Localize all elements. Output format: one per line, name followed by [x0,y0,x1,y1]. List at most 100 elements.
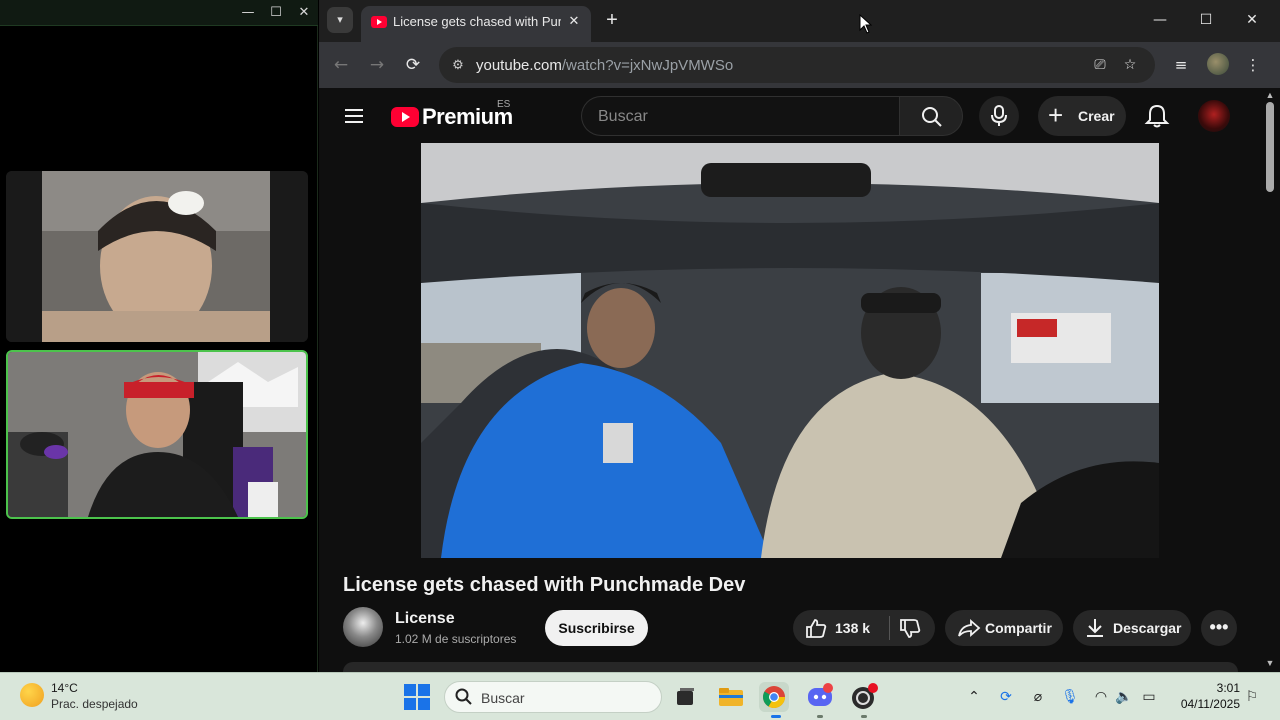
url-host: youtube.com [476,57,562,74]
video-player[interactable] [421,143,1159,558]
scroll-up-arrow-icon[interactable]: ▲ [1265,90,1275,100]
thumbs-down-icon[interactable] [899,619,921,639]
tab-close-button[interactable]: ✕ [565,12,583,30]
back-button[interactable]: ← [328,52,354,78]
create-button[interactable]: + Crear [1038,96,1126,136]
channel-name[interactable]: License [395,610,455,628]
scroll-thumb[interactable] [1266,102,1274,192]
weather-temperature[interactable]: 14°C [51,681,78,695]
share-label: Compartir [985,620,1052,636]
show-hidden-icons-chevron-icon[interactable]: ⌃ [964,687,984,707]
tab-title: License gets chased with Punchmade Dev [393,14,561,29]
reload-button[interactable]: ⟳ [400,52,426,78]
browser-window: ▾ License gets chased with Punchmade Dev… [319,0,1280,672]
microphone-icon[interactable]: 🎙 [1060,687,1080,707]
more-actions-button[interactable]: ••• [1201,610,1237,646]
obs-icon[interactable] [849,682,879,712]
participant-tile[interactable] [6,171,308,342]
account-avatar[interactable] [1198,100,1230,132]
download-label: Descargar [1113,620,1182,636]
yt-menu-icon[interactable] [343,106,367,126]
yt-search-input[interactable]: Buscar [581,96,899,136]
tab-search-button[interactable]: ▾ [327,7,353,33]
divider [889,616,890,640]
clock-date[interactable]: 04/11/2025 [1172,697,1240,711]
tab-youtube[interactable]: License gets chased with Punchmade Dev ✕ [361,6,591,42]
discord-icon[interactable] [805,682,835,712]
call-maximize-button[interactable]: ☐ [266,4,286,22]
subscribe-button[interactable]: Suscribirse [545,610,648,646]
like-count[interactable]: 138 k [835,620,870,636]
sync-icon[interactable]: ⟳ [996,687,1016,707]
page-scrollbar[interactable]: ▲ ▼ [1262,88,1280,672]
wifi-icon[interactable]: ◠ [1091,687,1111,707]
like-dislike-group: 138 k [793,610,935,646]
subscriber-count: 1.02 M de suscriptores [395,632,517,646]
no-network-device-icon[interactable]: ⌀ [1028,687,1048,707]
forward-button[interactable]: → [364,52,390,78]
browser-maximize-button[interactable]: ☐ [1186,8,1226,32]
video-call-window: — ☐ ✕ [0,0,318,672]
chrome-active-indicator [771,715,781,718]
tab-strip: ▾ License gets chased with Punchmade Dev… [319,0,1280,42]
region-code: ES [497,99,511,110]
channel-avatar[interactable] [343,607,383,647]
media-controls-icon[interactable]: ≡ [1169,53,1193,77]
scroll-down-arrow-icon[interactable]: ▼ [1265,658,1275,668]
plus-icon: + [1048,100,1064,130]
participant-video [8,352,306,517]
mouse-cursor-icon [859,14,873,34]
download-icon [1087,619,1103,637]
task-view-icon[interactable] [670,682,700,712]
search-icon [455,688,472,705]
voice-search-button[interactable] [979,96,1019,136]
thumbs-up-icon[interactable] [805,618,827,638]
url-text[interactable]: youtube.com/watch?v=jxNwJpVMWSo [476,57,733,74]
yt-search-button[interactable] [899,96,963,136]
share-button[interactable]: Compartir [945,610,1063,646]
clock-time[interactable]: 3:01 [1200,681,1240,695]
taskbar-search-placeholder: Buscar [481,690,525,706]
youtube-premium-logo[interactable]: Premium ES [391,99,531,133]
windows-start-icon[interactable] [404,684,430,710]
new-tab-button[interactable]: + [601,9,623,31]
battery-icon[interactable]: ▭ [1139,687,1159,707]
address-bar[interactable]: ⚙ youtube.com/watch?v=jxNwJpVMWSo ⎚ ☆ [439,47,1155,83]
speaker-volume-icon[interactable]: 🔈 [1114,687,1134,707]
share-icon [958,619,981,637]
participant-video [6,171,308,342]
taskbar-search-input[interactable]: Buscar [444,681,662,713]
browser-minimize-button[interactable]: — [1140,8,1180,32]
youtube-page: Premium ES Buscar + Crear License gets c… [319,88,1262,672]
weather-sun-icon[interactable] [20,683,44,707]
call-minimize-button[interactable]: — [238,4,258,22]
video-title: License gets chased with Punchmade Dev [343,574,746,596]
microphone-icon [991,105,1007,126]
obs-running-indicator [861,715,867,718]
search-icon [922,107,942,127]
profile-avatar[interactable] [1207,53,1229,75]
discord-running-indicator [817,715,823,718]
weather-condition[interactable]: Prac. despejado [51,697,138,711]
youtube-logo-icon [391,107,419,127]
call-titlebar: — ☐ ✕ [0,0,318,26]
participant-tile-active[interactable] [6,350,308,519]
description-box[interactable] [343,662,1238,672]
browser-close-button[interactable]: ✕ [1232,8,1272,32]
bookmark-star-icon[interactable]: ☆ [1119,55,1141,75]
browser-menu-button[interactable]: ⋮ [1241,53,1265,77]
call-close-button[interactable]: ✕ [294,4,314,22]
browser-toolbar: ← → ⟳ ⚙ youtube.com/watch?v=jxNwJpVMWSo … [319,42,1280,88]
notifications-bell-icon[interactable] [1143,102,1171,130]
url-path: /watch?v=jxNwJpVMWSo [561,57,734,74]
notification-center-icon[interactable]: ⚐ [1242,687,1262,707]
create-label: Crear [1078,108,1115,124]
download-button[interactable]: Descargar [1073,610,1191,646]
chrome-icon[interactable] [759,682,789,712]
site-info-icon[interactable]: ⚙ [447,54,469,76]
file-explorer-icon[interactable] [716,682,746,712]
taskbar: 14°C Prac. despejado Buscar ⌃ ⟳ ⌀ 🎙 ◠ 🔈 … [0,672,1280,720]
video-frame [421,143,1159,558]
install-app-icon[interactable]: ⎚ [1089,55,1111,75]
search-placeholder: Buscar [598,108,648,125]
